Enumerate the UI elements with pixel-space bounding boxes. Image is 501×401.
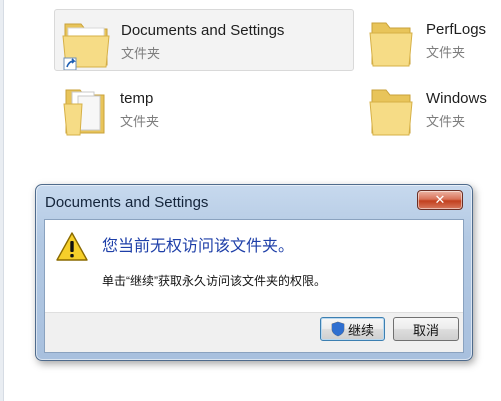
explorer-window: Documents and Settings 文件夹 PerfLogs 文件夹 … [0,0,501,401]
folder-name: Windows [426,90,487,107]
uac-shield-icon [331,321,345,337]
close-button[interactable]: ✕ [417,190,463,210]
folder-type: 文件夹 [121,46,161,61]
folder-icon [369,89,413,136]
warning-icon [56,232,88,261]
cancel-button[interactable]: 取消 [393,317,459,341]
folder-type: 文件夹 [426,114,466,129]
folder-type: 文件夹 [120,114,160,129]
folder-item-temp[interactable]: temp 文件夹 [54,78,254,140]
folder-item-windows[interactable]: Windows 文件夹 [360,78,500,140]
continue-button[interactable]: 继续 [320,317,385,341]
folder-icon [369,22,413,67]
dialog-message: 单击“继续”获取永久访问该文件夹的权限。 [102,274,326,288]
close-icon: ✕ [434,192,446,207]
cancel-label: 取消 [412,322,439,338]
folder-shortcut-icon [62,23,110,70]
folder-item-documents-and-settings[interactable]: Documents and Settings 文件夹 [54,9,354,71]
folder-name: PerfLogs [426,21,487,38]
folder-item-perflogs[interactable]: PerfLogs 文件夹 [360,9,500,71]
continue-label: 继续 [347,322,374,338]
dialog-headline: 您当前无权访问该文件夹。 [102,238,295,255]
folder-name: temp [120,90,154,107]
pane-divider [0,0,4,401]
dialog-content: 您当前无权访问该文件夹。 单击“继续”获取永久访问该文件夹的权限。 继续 取消 [44,219,464,353]
folder-type: 文件夹 [426,45,466,60]
access-denied-dialog: Documents and Settings ✕ 您当前无权访问该文件夹。 单击… [35,184,473,361]
dialog-title: Documents and Settings [45,194,209,211]
folder-with-files-icon [63,89,105,136]
folder-name: Documents and Settings [121,22,285,39]
